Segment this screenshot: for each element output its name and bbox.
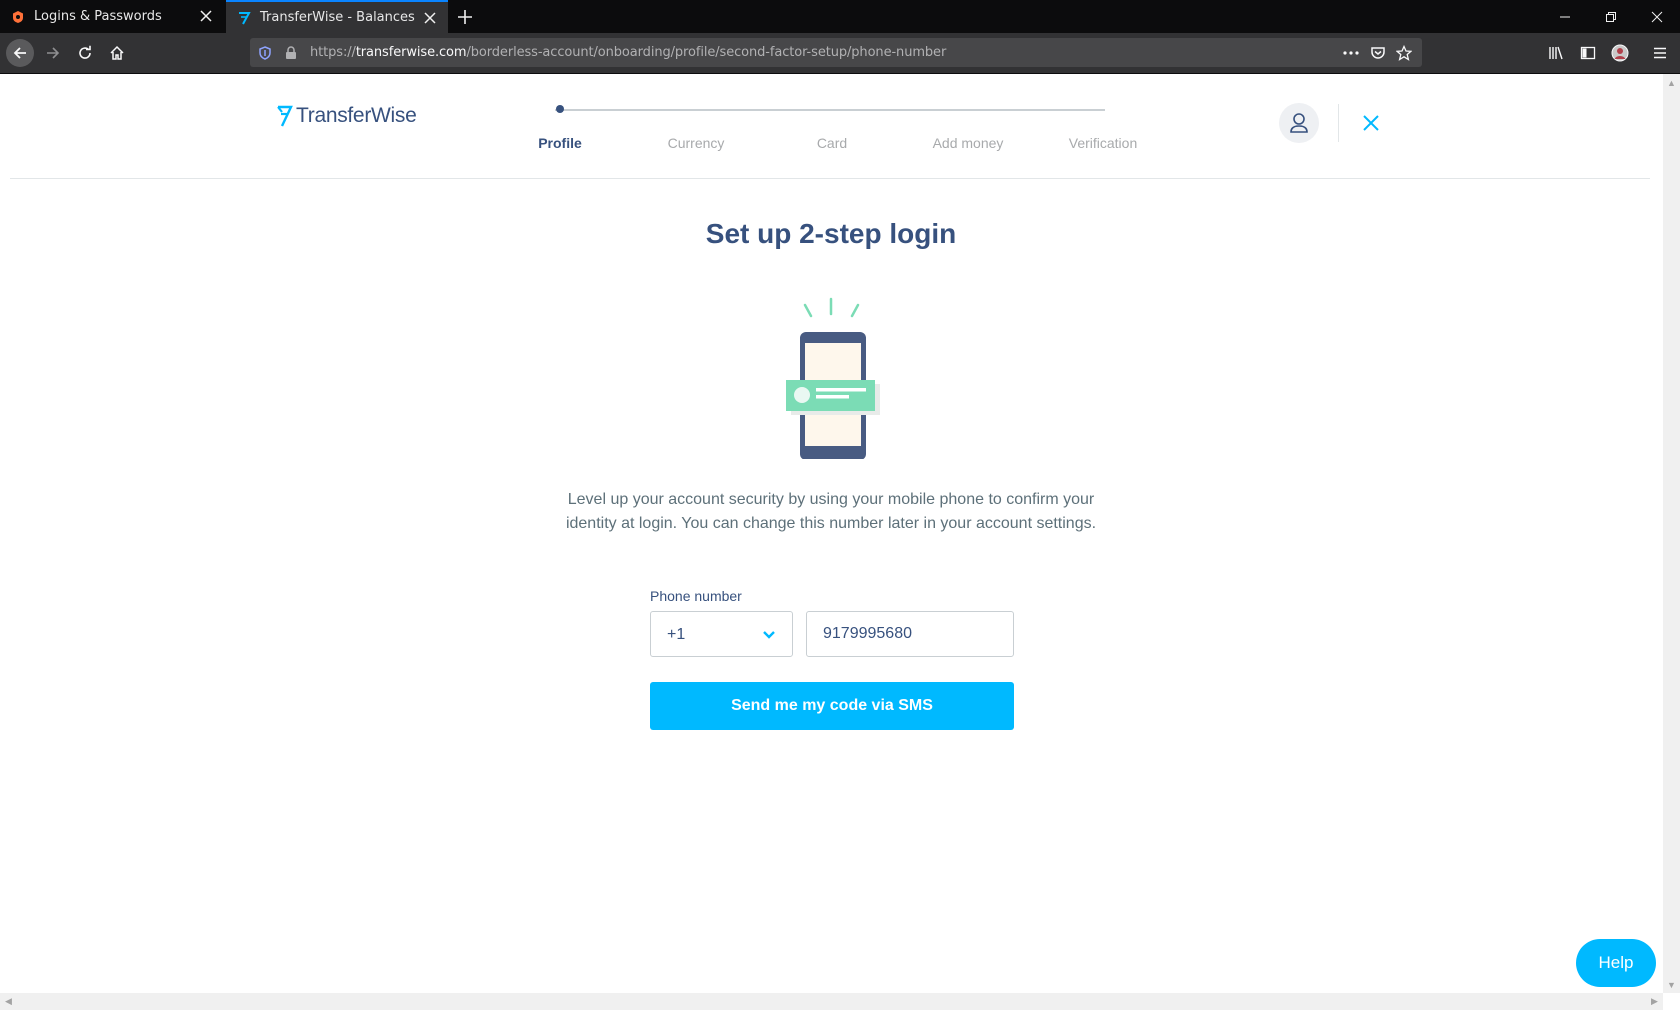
vertical-scrollbar[interactable]: ▲ ▼	[1663, 74, 1680, 993]
logo-text: TransferWise	[296, 104, 417, 127]
profile-avatar-button[interactable]	[1279, 103, 1319, 143]
bookmark-star-icon[interactable]	[1395, 44, 1413, 62]
url-host: transferwise.com	[355, 45, 467, 60]
scroll-right-arrow-icon[interactable]: ▶	[1646, 993, 1663, 1010]
browser-navigation-bar: https://transferwise.com/borderless-acco…	[0, 33, 1680, 74]
library-icon[interactable]	[1542, 39, 1570, 67]
close-tab-icon[interactable]	[198, 8, 214, 24]
close-tab-icon[interactable]	[422, 10, 438, 26]
url-bar[interactable]: https://transferwise.com/borderless-acco…	[250, 38, 1422, 67]
phone-number-input[interactable]	[806, 611, 1014, 657]
header-divider-line	[10, 178, 1650, 179]
phone-sms-illustration	[786, 297, 880, 459]
page-content: TransferWise Profile Currency Card Add m…	[0, 74, 1680, 994]
chevron-down-icon	[763, 631, 775, 639]
home-icon[interactable]	[103, 39, 131, 67]
tab-transferwise-balances[interactable]: TransferWise - Balances	[226, 0, 448, 33]
padlock-icon[interactable]	[282, 44, 300, 62]
step-card: Card	[816, 135, 848, 151]
tab-label: TransferWise - Balances	[260, 10, 415, 25]
url-scheme: https://	[310, 45, 356, 60]
url-path: /borderless-account/onboarding/profile/s…	[466, 45, 947, 60]
pocket-icon[interactable]	[1369, 44, 1387, 62]
header-divider	[1338, 104, 1339, 142]
description-text: Level up your account security by using …	[565, 491, 1097, 532]
step-profile: Profile	[538, 135, 582, 151]
phone-number-label: Phone number	[650, 588, 742, 604]
restore-icon[interactable]	[1588, 0, 1634, 33]
step-currency: Currency	[667, 135, 725, 151]
scroll-left-arrow-icon[interactable]: ◀	[0, 993, 17, 1010]
new-tab-plus-icon[interactable]	[455, 7, 475, 27]
progress-dot	[556, 105, 564, 113]
lock-shield-icon	[10, 9, 26, 25]
country-code-value: +1	[667, 626, 686, 643]
minimize-icon[interactable]	[1542, 0, 1588, 33]
horizontal-scrollbar[interactable]: ◀ ▶	[0, 993, 1663, 1010]
account-avatar-icon[interactable]	[1606, 39, 1634, 67]
page-actions-ellipsis-icon[interactable]	[1342, 44, 1360, 62]
browser-tab-bar: Logins & Passwords TransferWise - Balanc…	[0, 0, 1680, 33]
user-icon	[1290, 113, 1308, 133]
country-code-select[interactable]: +1	[650, 611, 793, 657]
onboarding-progress-track	[555, 109, 1105, 111]
send-sms-code-button[interactable]: Send me my code via SMS	[650, 682, 1014, 730]
step-verification: Verification	[1068, 135, 1138, 151]
hamburger-menu-icon[interactable]	[1646, 39, 1674, 67]
page-title: Set up 2-step login	[705, 218, 957, 249]
reload-icon[interactable]	[71, 39, 99, 67]
transferwise-flag-icon	[277, 105, 293, 127]
transferwise-logo[interactable]: TransferWise	[276, 104, 417, 128]
help-button[interactable]: Help	[1576, 939, 1656, 987]
scroll-up-arrow-icon[interactable]: ▲	[1663, 74, 1680, 91]
tracking-protection-shield-icon[interactable]	[256, 44, 274, 62]
transferwise-favicon-icon	[236, 10, 252, 26]
scroll-down-arrow-icon[interactable]: ▼	[1663, 976, 1680, 993]
close-onboarding-icon[interactable]	[1360, 112, 1382, 134]
forward-arrow-icon[interactable]	[39, 39, 67, 67]
sidebar-toggle-icon[interactable]	[1574, 39, 1602, 67]
close-window-icon[interactable]	[1634, 0, 1680, 33]
tab-logins-passwords[interactable]: Logins & Passwords	[0, 0, 224, 33]
url-text: https://transferwise.com/borderless-acco…	[310, 45, 946, 60]
back-arrow-icon[interactable]	[6, 39, 34, 67]
step-add-money: Add money	[932, 135, 1004, 151]
tab-label: Logins & Passwords	[34, 9, 162, 24]
